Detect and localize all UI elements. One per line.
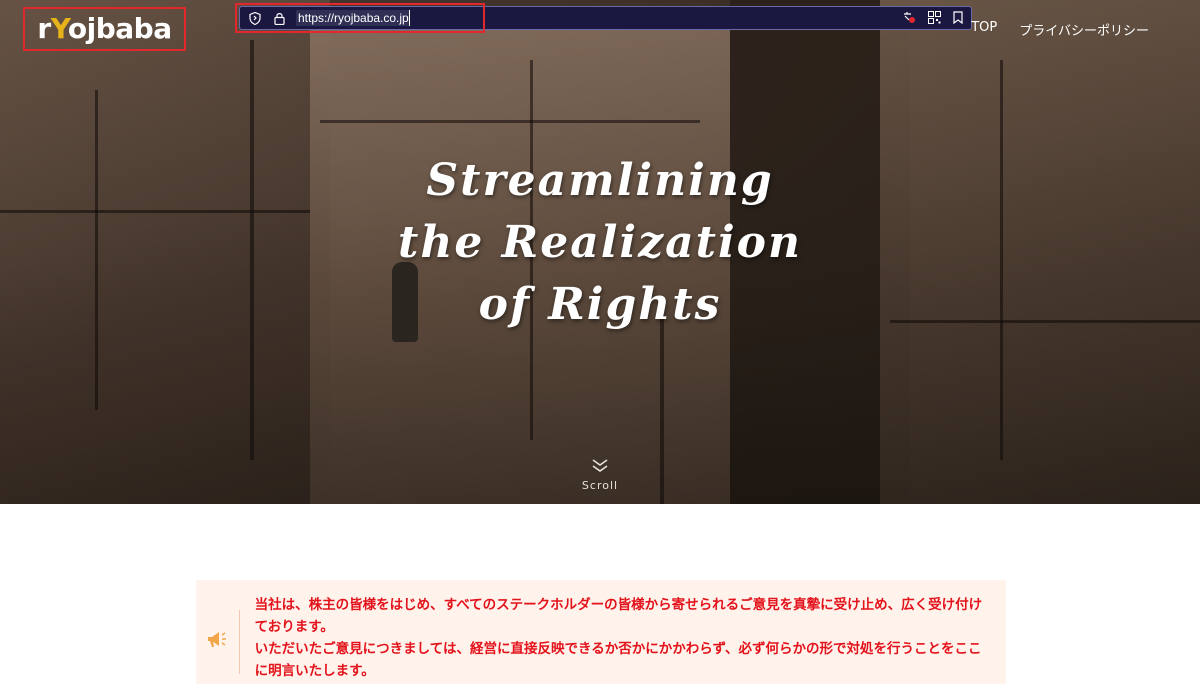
translate-icon[interactable] (902, 9, 916, 28)
qr-code-icon[interactable] (928, 9, 941, 28)
scroll-label: Scroll (581, 479, 619, 492)
main-nav: TOP プライバシーポリシー (971, 20, 1149, 39)
headline-line: of Rights (478, 279, 722, 330)
hero-section: rYojbaba https://ryojbaba.co.jp TOP プライバ… (0, 0, 1200, 504)
chevron-double-down-icon (591, 458, 609, 477)
stakeholder-notice: 当社は、株主の皆様をはじめ、すべてのステークホルダーの皆様から寄せられるご意見を… (196, 580, 1006, 684)
notice-paragraph: 当社は、株主の皆様をはじめ、すべてのステークホルダーの皆様から寄せられるご意見を… (254, 597, 983, 635)
notice-paragraph: いただいたご意見につきましては、経営に直接反映できるか否かにかかわらず、必ず何ら… (254, 641, 982, 679)
scroll-indicator[interactable]: Scroll (570, 458, 630, 492)
rock-crack (0, 210, 310, 213)
nav-item-privacy-policy[interactable]: プライバシーポリシー (1019, 20, 1149, 39)
rock-crack (320, 120, 700, 123)
rock-crack (1000, 60, 1003, 460)
url-highlight-box (235, 3, 485, 33)
site-logo[interactable]: rYojbaba (23, 7, 186, 51)
hero-headline: Streamlining the Realization of Rights (300, 150, 900, 336)
headline-line: Streamlining (426, 155, 774, 206)
rock-crack (250, 40, 254, 460)
notice-text: 当社は、株主の皆様をはじめ、すべてのステークホルダーの皆様から寄せられるご意見を… (240, 580, 1006, 684)
rock-crack (95, 90, 98, 410)
rock-left (0, 0, 330, 504)
notice-icon-column (196, 610, 240, 674)
bookmark-icon[interactable] (953, 9, 963, 28)
logo-text: rYojbaba (37, 12, 172, 45)
rock-crack (890, 320, 1200, 323)
megaphone-icon (205, 629, 229, 655)
rock-right (880, 0, 1200, 504)
nav-item-top[interactable]: TOP (971, 20, 997, 39)
headline-line: the Realization (398, 217, 802, 268)
